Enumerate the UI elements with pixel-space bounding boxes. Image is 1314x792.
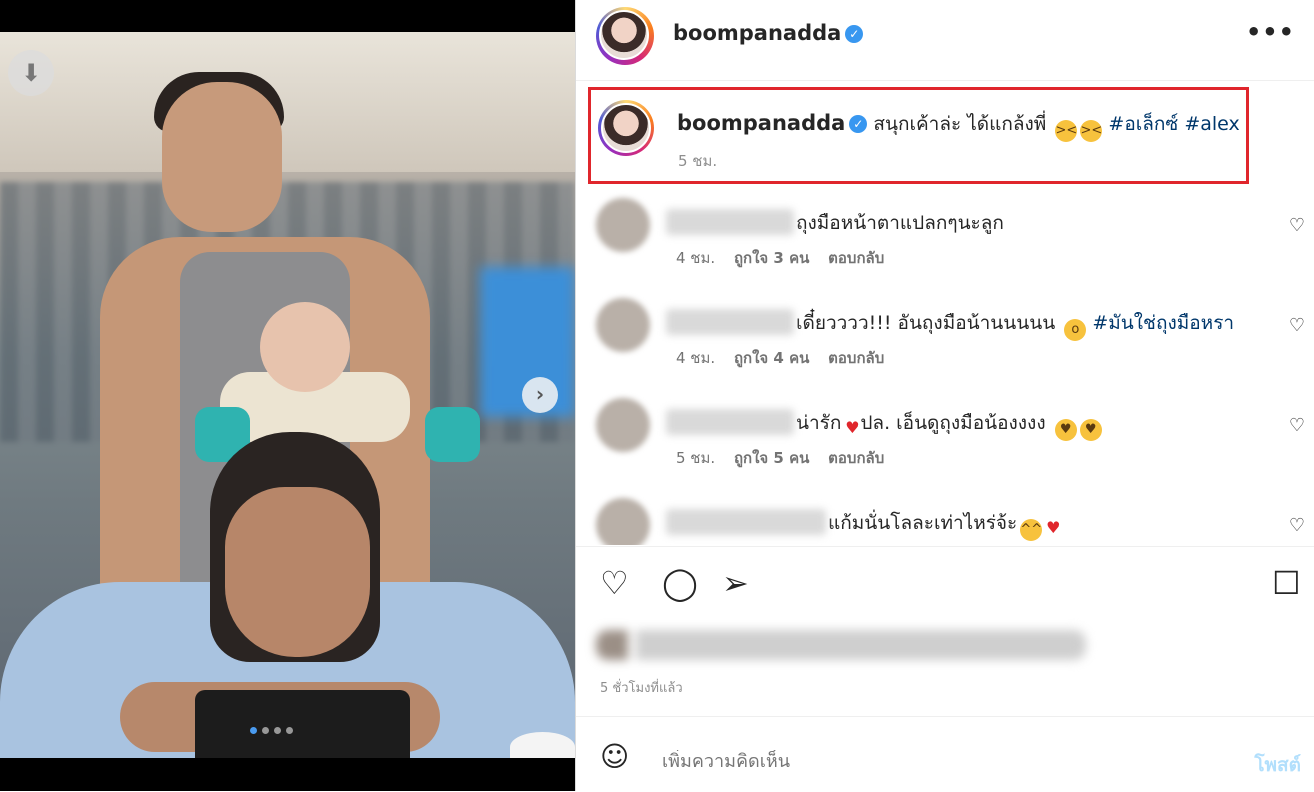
hushed-emoji-icon: o (1064, 319, 1087, 341)
heart-icon[interactable]: ♡ (1289, 315, 1305, 336)
heart-icon[interactable]: ♡ (1289, 215, 1305, 236)
bookmark-icon[interactable]: ☐ (1272, 567, 1301, 599)
comment-time[interactable]: 4 ชม. (676, 249, 715, 267)
heart-icon[interactable]: ♡ (1289, 415, 1305, 436)
caption-line: boompanadda ✓ สนุกเค้าล่ะ ได้แกล้งพี่ >< >… (677, 109, 1240, 142)
comment-input[interactable] (660, 750, 1184, 773)
post-header: boompanadda ✓ ••• (576, 0, 1314, 81)
comment-meta: 4 ชม. ถูกใจ 4 คน ตอบกลับ (676, 346, 898, 370)
heart-eyes-emoji-icon: ♥ (1079, 419, 1102, 441)
laughing-emoji-icon: >< (1055, 120, 1078, 142)
post-panel: boompanadda ✓ ••• boompanadda ✓ สนุกเค้าล่… (575, 0, 1314, 791)
comment-text: เดี๋ยวววว!!! อันถุงมือน้านนนนน o #มันใช่… (666, 308, 1234, 341)
hashtag-link[interactable]: #มันใช่ถุงมือหรา (1092, 312, 1234, 334)
comment-body-2: ปล. เอ็นดูถุงมือน้องงงง (860, 412, 1046, 434)
comment-item: แก้มนั่นโลละเท่าไหร่จ้ะ ^^ ♥ ♡ (576, 490, 1314, 545)
carousel-dot (286, 727, 293, 734)
heart-icon[interactable]: ♡ (600, 567, 629, 599)
caption-time[interactable]: 5 ชม. (678, 149, 717, 173)
download-icon[interactable]: ⬇ (8, 50, 54, 96)
avatar[interactable] (596, 198, 650, 252)
carousel-dot (262, 727, 269, 734)
blurred-username[interactable] (666, 409, 794, 435)
caption-username[interactable]: boompanadda (677, 111, 845, 135)
avatar[interactable] (596, 498, 650, 545)
hashtag-link[interactable]: #อเล็กซ์ (1108, 113, 1178, 135)
heart-icon[interactable]: ♡ (1289, 515, 1305, 536)
comment-text: แก้มนั่นโลละเท่าไหร่จ้ะ ^^ ♥ (666, 508, 1061, 541)
carousel-dots (250, 727, 293, 734)
action-bar: ♡ ◯ ➢ ☐ (576, 546, 1314, 627)
comment-time[interactable]: 5 ชม. (676, 449, 715, 467)
avatar[interactable] (596, 398, 650, 452)
comment-body: เดี๋ยวววว!!! อันถุงมือน้านนนนน (796, 312, 1056, 334)
hashtag-link[interactable]: #alex (1184, 113, 1239, 135)
post-photo (0, 32, 575, 758)
blurred-likes (596, 630, 1086, 660)
comment-likes[interactable]: ถูกใจ 5 คน (734, 449, 809, 467)
post-media: ⬇ › (0, 0, 575, 791)
blurred-username[interactable] (666, 309, 794, 335)
chevron-right-icon[interactable]: › (522, 377, 558, 413)
carousel-dot (274, 727, 281, 734)
send-icon[interactable]: ➢ (722, 567, 749, 599)
avatar[interactable] (596, 7, 654, 65)
reply-button[interactable]: ตอบกลับ (828, 449, 884, 467)
comment-text: น่ารัก ♥ปล. เอ็นดูถุงมือน้องงงง ♥ ♥ (666, 408, 1102, 441)
reply-button[interactable]: ตอบกลับ (828, 349, 884, 367)
reply-button[interactable]: ตอบกลับ (828, 249, 884, 267)
carousel-dot (250, 727, 257, 734)
comment-body: แก้มนั่นโลละเท่าไหร่จ้ะ (828, 512, 1018, 534)
username-text[interactable]: boompanadda (673, 21, 841, 45)
comment-item: น่ารัก ♥ปล. เอ็นดูถุงมือน้องงงง ♥ ♥ 5 ชม. … (576, 390, 1314, 490)
comment-time[interactable]: 4 ชม. (676, 349, 715, 367)
comment-meta: 4 ชม. ถูกใจ 3 คน ตอบกลับ (676, 246, 898, 270)
comments-list[interactable]: ถุงมือหน้าตาแปลกๆนะลูก 4 ชม. ถูกใจ 3 คน … (576, 190, 1314, 545)
heart-emoji-icon: ♥ (845, 418, 860, 437)
heart-eyes-emoji-icon: ♥ (1054, 419, 1077, 441)
caption-text: สนุกเค้าล่ะ ได้แกล้งพี่ (873, 113, 1047, 135)
post-button[interactable]: โพสต์ (1254, 750, 1301, 780)
avatar[interactable] (598, 100, 654, 156)
comment-likes[interactable]: ถูกใจ 3 คน (734, 249, 809, 267)
blurred-username[interactable] (666, 209, 794, 235)
comment-body: น่ารัก (796, 412, 842, 434)
heart-emoji-icon: ♥ (1046, 518, 1061, 537)
post-time-ago[interactable]: 5 ชั่วโมงที่แล้ว (600, 677, 683, 698)
blurred-username[interactable] (666, 509, 826, 535)
comment-item: ถุงมือหน้าตาแปลกๆนะลูก 4 ชม. ถูกใจ 3 คน … (576, 190, 1314, 290)
avatar[interactable] (596, 298, 650, 352)
laughing-emoji-icon: >< (1080, 120, 1103, 142)
header-username[interactable]: boompanadda ✓ (673, 21, 864, 45)
caption-highlight: boompanadda ✓ สนุกเค้าล่ะ ได้แกล้งพี่ >< >… (588, 87, 1249, 184)
comment-meta: 5 ชม. ถูกใจ 5 คน ตอบกลับ (676, 446, 898, 470)
add-comment-bar: ☺ โพสต์ (576, 716, 1314, 792)
grinning-sweat-emoji-icon: ^^ (1020, 519, 1043, 541)
emoji-icon[interactable]: ☺ (600, 743, 629, 771)
comment-item: เดี๋ยวววว!!! อันถุงมือน้านนนนน o #มันใช่… (576, 290, 1314, 390)
comment-icon[interactable]: ◯ (662, 567, 698, 599)
comment-text: ถุงมือหน้าตาแปลกๆนะลูก (666, 208, 1004, 238)
verified-icon: ✓ (845, 25, 864, 43)
comment-body: ถุงมือหน้าตาแปลกๆนะลูก (796, 212, 1004, 234)
more-options-icon[interactable]: ••• (1246, 18, 1295, 46)
comment-likes[interactable]: ถูกใจ 4 คน (734, 349, 809, 367)
verified-icon: ✓ (849, 115, 868, 133)
